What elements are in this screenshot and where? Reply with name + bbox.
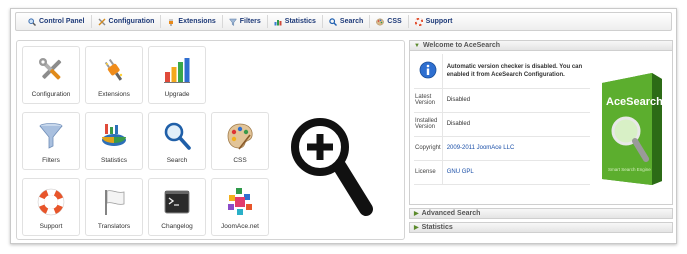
- toolbar-label: Search: [339, 18, 364, 25]
- boxshot-title: AceSearch: [606, 96, 663, 108]
- toolbar-label: CSS: [387, 18, 402, 25]
- expand-right-icon: ▶: [414, 211, 419, 217]
- tile-filters[interactable]: Filters: [22, 112, 80, 170]
- tile-label: Translators: [97, 223, 131, 230]
- license-key: License: [414, 160, 443, 185]
- tools-icon: [36, 55, 66, 85]
- chart-icon: [274, 18, 282, 26]
- toolbar-statistics[interactable]: Statistics: [268, 15, 323, 28]
- zoom-in-icon: [291, 118, 373, 216]
- statistics-title: Statistics: [421, 224, 453, 231]
- palette-icon: [225, 121, 255, 151]
- toolbar-label: Configuration: [108, 18, 155, 25]
- expand-down-icon: ▼: [414, 42, 420, 49]
- flag-icon: [99, 187, 129, 217]
- license-link[interactable]: GNU GPL: [447, 169, 474, 175]
- latest-version-key: Latest Version: [414, 88, 443, 113]
- latest-version-value: Disabled: [442, 88, 590, 113]
- tile-label: Configuration: [31, 91, 71, 98]
- tile-support[interactable]: Support: [22, 178, 80, 236]
- search-icon: [329, 17, 337, 26]
- info-icon: [419, 61, 437, 79]
- lifebuoy-icon: [414, 17, 423, 26]
- tile-label: CSS: [233, 157, 247, 164]
- toolbar-configuration[interactable]: Configuration: [92, 15, 162, 28]
- toolbar-label: Filters: [239, 18, 261, 25]
- terminal-icon: [162, 187, 192, 217]
- tile-label: Statistics: [100, 157, 127, 164]
- copyright-link[interactable]: 2009-2011 JoomAce LLC: [447, 145, 515, 151]
- tile-label: Changelog: [161, 223, 193, 230]
- tile-configuration[interactable]: Configuration: [22, 46, 80, 104]
- palette-icon: [376, 18, 385, 26]
- version-checker-notice: Automatic version checker is disabled. Y…: [442, 54, 590, 89]
- ja-logo-icon: [225, 187, 255, 217]
- funnel-icon: [36, 121, 66, 151]
- lifebuoy-icon: [36, 187, 66, 217]
- plug-icon: [99, 55, 129, 85]
- funnel-icon: [228, 18, 237, 26]
- tile-label: Filters: [42, 157, 60, 164]
- boxshot-subtitle: Smart Search Engine: [608, 167, 651, 172]
- acesearch-frame: Control Panel Configuration Extensions F…: [10, 8, 677, 244]
- toolbar-css[interactable]: CSS: [370, 15, 409, 28]
- expand-right-icon: ▶: [414, 225, 419, 231]
- toolbar-support[interactable]: Support: [409, 15, 459, 28]
- tile-css[interactable]: CSS: [211, 112, 269, 170]
- magnifier-icon: [162, 121, 192, 151]
- welcome-accordion-header[interactable]: ▼ Welcome to AceSearch: [409, 40, 673, 51]
- toolbar-label: Extensions: [178, 18, 216, 25]
- magnifier-icon: [28, 17, 36, 26]
- toolbar-label: Statistics: [284, 18, 316, 25]
- toolbar-search[interactable]: Search: [323, 15, 371, 28]
- tile-label: JoomAce.net: [221, 223, 259, 230]
- tools-icon: [98, 18, 106, 26]
- tile-label: Upgrade: [164, 91, 190, 98]
- toolbar-filters[interactable]: Filters: [223, 15, 268, 28]
- welcome-title: Welcome to AceSearch: [422, 42, 500, 49]
- toolbar-control-panel[interactable]: Control Panel: [22, 15, 92, 28]
- tile-label: Extensions: [98, 91, 130, 98]
- tile-label: Support: [39, 223, 63, 230]
- control-panel-grid: Configuration Extensions Upgrade Filters: [16, 40, 405, 240]
- tile-statistics[interactable]: Statistics: [85, 112, 143, 170]
- installed-version-value: Disabled: [442, 112, 590, 137]
- toolbar-label: Control Panel: [39, 18, 85, 25]
- tile-translators[interactable]: Translators: [85, 178, 143, 236]
- statistics-accordion-header[interactable]: ▶ Statistics: [409, 222, 673, 233]
- tile-label: Search: [166, 157, 188, 164]
- pie-chart-icon: [99, 121, 129, 151]
- acesearch-boxshot: AceSearch Smart Search Engine: [602, 73, 663, 185]
- tile-search[interactable]: Search: [148, 112, 206, 170]
- info-icon-cell: [414, 54, 443, 89]
- tile-upgrade[interactable]: Upgrade: [148, 46, 206, 104]
- advanced-search-title: Advanced Search: [421, 210, 481, 217]
- tile-extensions[interactable]: Extensions: [85, 46, 143, 104]
- version-info-table: Automatic version checker is disabled. Y…: [414, 54, 590, 185]
- installed-version-key: Installed Version: [414, 112, 443, 137]
- plug-icon: [167, 18, 175, 26]
- advanced-search-accordion-header[interactable]: ▶ Advanced Search: [409, 208, 673, 219]
- welcome-accordion-body: Automatic version checker is disabled. Y…: [409, 51, 673, 205]
- bar-chart-icon: [162, 55, 192, 85]
- copyright-key: Copyright: [414, 136, 443, 161]
- welcome-panel: ▼ Welcome to AceSearch Automatic version…: [409, 40, 673, 240]
- toolbar-extensions[interactable]: Extensions: [161, 15, 223, 28]
- toolbar-label: Support: [425, 18, 453, 25]
- tile-changelog[interactable]: Changelog: [148, 178, 206, 236]
- top-toolbar: Control Panel Configuration Extensions F…: [15, 12, 672, 31]
- tile-joomace[interactable]: JoomAce.net: [211, 178, 269, 236]
